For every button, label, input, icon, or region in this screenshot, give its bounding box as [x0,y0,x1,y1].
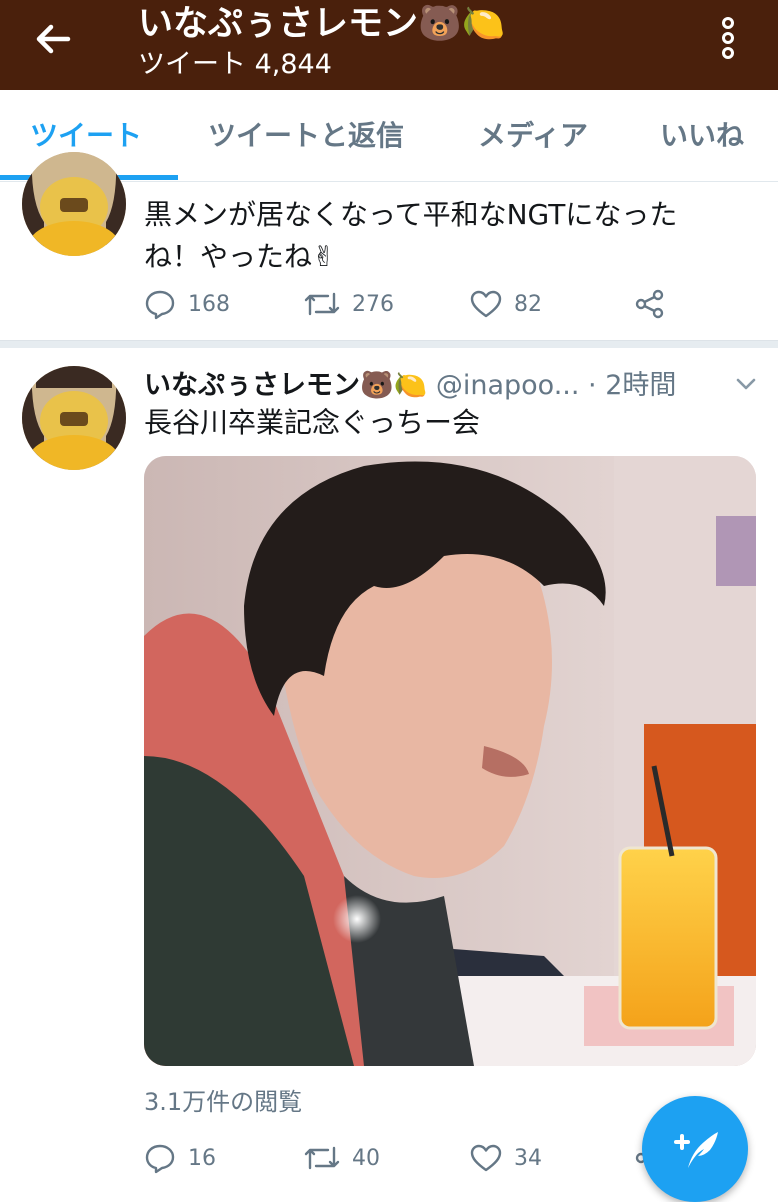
retweet-button[interactable]: 276 [304,284,394,324]
profile-header: いなぷぅさレモン🐻🍋 ツイート 4,844 [0,0,778,90]
avatar[interactable] [22,152,126,256]
like-count: 82 [514,291,542,317]
retweet-button[interactable]: 40 [304,1138,380,1178]
tab-tweets-and-replies[interactable]: ツイートと返信 [208,116,404,156]
tweet-item[interactable]: 黒メンが居なくなって平和なNGTになった ね！やったね✌ 168 276 82 [0,152,778,340]
retweet-count: 40 [352,1145,380,1171]
tweet-actions: 168 276 82 [144,284,704,324]
reply-icon [144,1142,176,1174]
like-icon [470,1142,502,1174]
tweet-count: ツイート 4,844 [138,49,332,80]
tab-media[interactable]: メディア [478,116,588,156]
tweet-actions: 16 40 34 [144,1138,704,1178]
view-count: 3.1万件の閲覧 [144,1088,303,1116]
like-icon [470,288,502,320]
like-button[interactable]: 82 [470,284,542,324]
tweet-divider [0,340,778,348]
tweet-header: いなぷぅさレモン🐻🍋 @inapoo... · 2時間 [144,366,676,406]
reply-count: 168 [188,291,230,317]
tweet-media-video[interactable] [144,456,756,1066]
tab-likes[interactable]: いいね [660,116,744,156]
reply-button[interactable]: 168 [144,284,230,324]
back-arrow-icon[interactable] [32,18,74,60]
chevron-down-icon[interactable] [734,372,758,400]
profile-tabs: ツイート ツイートと返信 メディア いいね [0,90,778,182]
tweet-text: 黒メンが居なくなって平和なNGTになった ね！やったね✌ [144,194,677,278]
reply-icon [144,288,176,320]
tweet-text-line: 黒メンが居なくなって平和なNGTになった [144,198,678,231]
retweet-count: 276 [352,291,394,317]
compose-tweet-icon [668,1122,722,1180]
avatar[interactable] [22,366,126,470]
compose-tweet-button[interactable] [642,1096,748,1202]
like-button[interactable]: 34 [470,1138,542,1178]
like-count: 34 [514,1145,542,1171]
retweet-icon [304,288,340,320]
profile-name-title: いなぷぅさレモン🐻🍋 [138,4,506,44]
retweet-icon [304,1142,340,1174]
more-vertical-icon[interactable] [716,14,740,62]
tweet-text-line: ね！やったね✌ [144,240,336,273]
user-handle[interactable]: @inapoo... [436,370,580,401]
share-icon [634,288,666,320]
tab-tweets[interactable]: ツイート [30,116,142,156]
tweet-text: 長谷川卒業記念ぐっちー会 [144,406,481,439]
reply-button[interactable]: 16 [144,1138,216,1178]
reply-count: 16 [188,1145,216,1171]
tweet-time: · 2時間 [588,370,677,401]
display-name[interactable]: いなぷぅさレモン🐻🍋 [144,370,427,401]
share-button[interactable] [634,284,666,324]
